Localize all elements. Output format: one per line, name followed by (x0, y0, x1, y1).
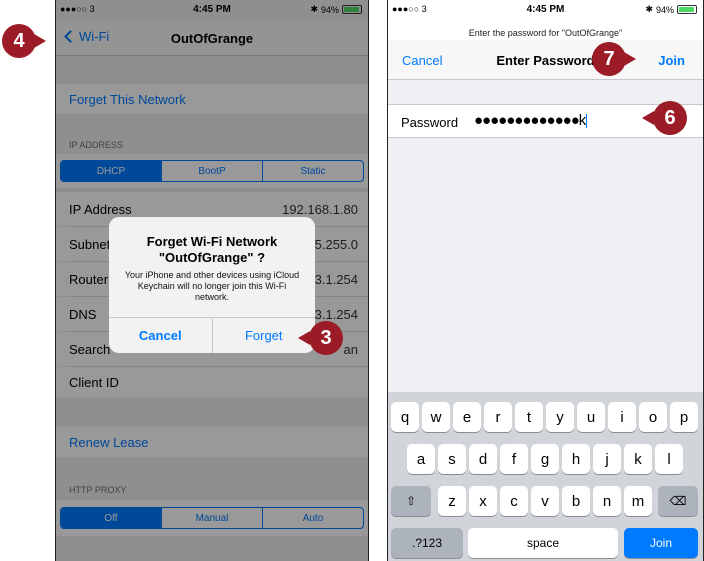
forget-network-alert: Forget Wi-Fi Network "OutOfGrange" ? You… (109, 217, 315, 353)
key-t[interactable]: t (515, 402, 543, 432)
page-title: Enter Password (496, 53, 595, 68)
key-h[interactable]: h (562, 444, 590, 474)
key-c[interactable]: c (500, 486, 528, 516)
alert-title: Forget Wi-Fi Network "OutOfGrange" ? (146, 234, 278, 265)
password-label: Password (401, 115, 459, 130)
battery-percent: 94% (655, 4, 674, 15)
key-w[interactable]: w (422, 402, 450, 432)
join-button[interactable]: Join (658, 53, 685, 68)
key-n[interactable]: n (593, 486, 621, 516)
numbers-key[interactable]: .?123 (391, 528, 463, 558)
key-o[interactable]: o (639, 402, 667, 432)
key-i[interactable]: i (608, 402, 636, 432)
callout-arrow (34, 34, 46, 48)
space-key[interactable]: space (468, 528, 618, 558)
key-y[interactable]: y (546, 402, 574, 432)
key-k[interactable]: k (624, 444, 652, 474)
alert-message: Your iPhone and other devices using iClo… (124, 270, 300, 302)
backspace-icon: ⌫ (669, 494, 687, 508)
password-prompt: Enter the password for "OutOfGrange" (468, 28, 623, 38)
key-m[interactable]: m (624, 486, 652, 516)
key-x[interactable]: x (469, 486, 497, 516)
password-field[interactable]: ●●●●●●●●●●●●●k (474, 112, 588, 129)
key-f[interactable]: f (500, 444, 528, 474)
key-u[interactable]: u (577, 402, 605, 432)
callout-7: 7 (592, 42, 626, 76)
keyboard: q w e r t y u i o p a s d f g h j k l ⇧ … (388, 392, 703, 561)
key-z[interactable]: z (438, 486, 466, 516)
callout-arrow (298, 331, 310, 345)
nav-bar: Cancel Enter Password Join (388, 40, 703, 80)
key-d[interactable]: d (469, 444, 497, 474)
key-l[interactable]: l (655, 444, 683, 474)
key-a[interactable]: a (407, 444, 435, 474)
text-caret (586, 114, 588, 129)
callout-arrow (624, 52, 636, 66)
key-s[interactable]: s (438, 444, 466, 474)
bluetooth-icon: ✱ (645, 4, 653, 14)
join-key[interactable]: Join (624, 528, 698, 558)
callout-4: 4 (2, 24, 36, 58)
callout-6: 6 (653, 101, 687, 135)
key-r[interactable]: r (484, 402, 512, 432)
key-p[interactable]: p (670, 402, 698, 432)
callout-arrow (642, 111, 654, 125)
delete-key[interactable]: ⌫ (658, 486, 698, 516)
alert-buttons: Cancel Forget (109, 317, 315, 353)
shift-key[interactable]: ⇧ (391, 486, 431, 516)
callout-3: 3 (309, 321, 343, 355)
key-g[interactable]: g (531, 444, 559, 474)
battery-icon (677, 5, 697, 14)
left-phone-screen: ●●●○○ 3 4:45 PM ✱ 94% Wi-Fi OutOfGrange … (55, 0, 369, 561)
shift-icon: ⇧ (405, 494, 417, 508)
password-value: ●●●●●●●●●●●●●k (474, 112, 586, 129)
key-j[interactable]: j (593, 444, 621, 474)
status-right: ✱ 94% (645, 4, 697, 15)
key-v[interactable]: v (531, 486, 559, 516)
cancel-button[interactable]: Cancel (109, 318, 213, 353)
status-bar: ●●●○○ 3 4:45 PM ✱ 94% (388, 0, 703, 20)
key-e[interactable]: e (453, 402, 481, 432)
key-b[interactable]: b (562, 486, 590, 516)
right-phone-screen: ●●●○○ 3 4:45 PM ✱ 94% Enter the password… (387, 0, 704, 561)
key-q[interactable]: q (391, 402, 419, 432)
